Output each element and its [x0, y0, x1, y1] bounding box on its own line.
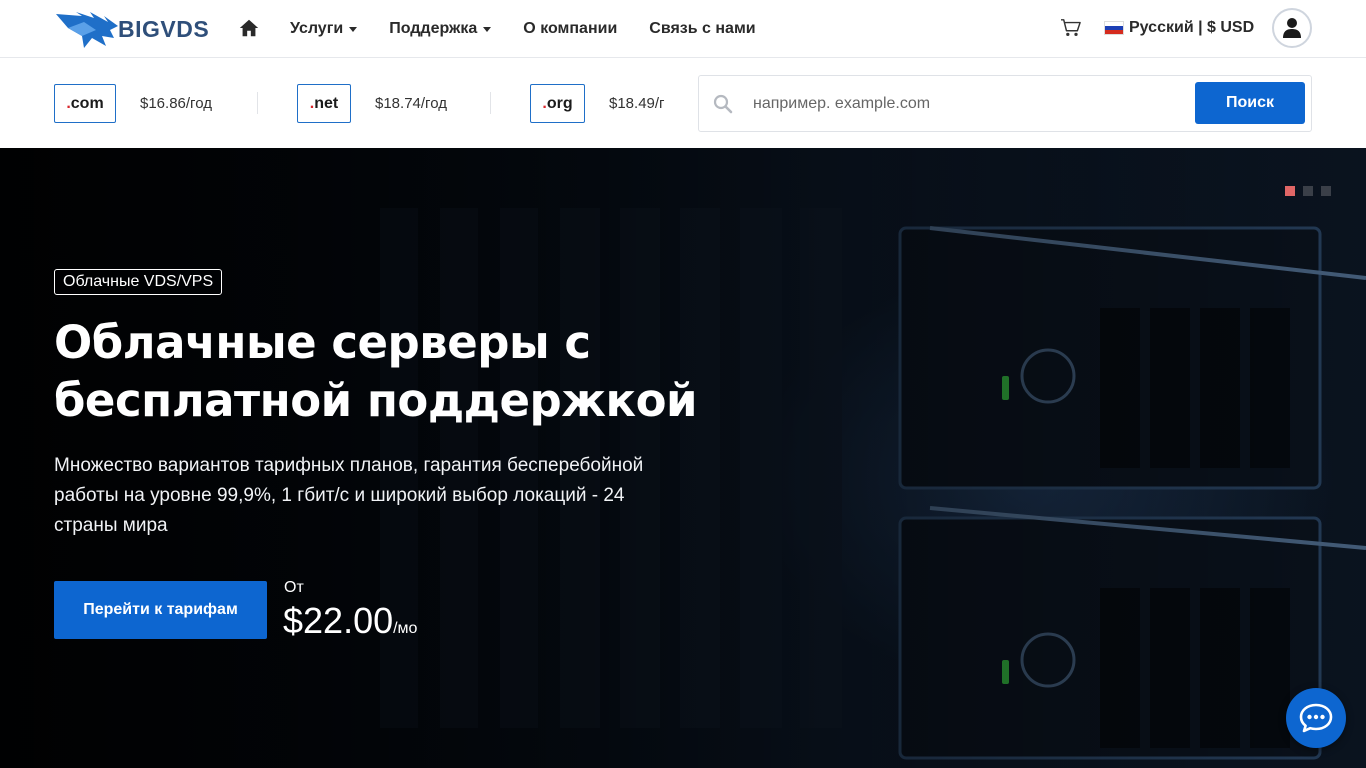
- slide-dot-2[interactable]: [1303, 186, 1313, 196]
- domain-search-box: Поиск: [698, 75, 1312, 132]
- bird-logo-icon: [56, 12, 118, 48]
- nav-about[interactable]: О компании: [523, 20, 617, 38]
- top-navbar: BIGVDS Услуги Поддержка О компании Связь…: [0, 0, 1366, 58]
- go-to-plans-button[interactable]: Перейти к тарифам: [54, 581, 267, 639]
- hero-slider: Облачные VDS/VPS Облачные серверы с бесп…: [0, 148, 1366, 768]
- slide-dot-3[interactable]: [1321, 186, 1331, 196]
- nav-support[interactable]: Поддержка: [389, 20, 492, 38]
- chevron-down-icon: [483, 26, 492, 32]
- tld-net-button[interactable]: . net: [297, 84, 351, 123]
- domain-search-button[interactable]: Поиск: [1195, 82, 1305, 124]
- nav-contact[interactable]: Связь с нами: [649, 20, 755, 38]
- tld-com-label: com: [70, 94, 104, 112]
- category-badge: Облачные VDS/VPS: [54, 269, 223, 295]
- user-icon: [1283, 18, 1301, 38]
- domain-search-input[interactable]: [753, 86, 1183, 122]
- divider: [257, 92, 258, 114]
- nav-services[interactable]: Услуги: [290, 20, 358, 38]
- price-period: /мо: [393, 620, 418, 637]
- nav-contact-label: Связь с нами: [649, 20, 756, 37]
- hero-subtitle: Множество вариантов тарифных планов, гар…: [54, 455, 644, 536]
- tld-net-price: $18.74/год: [375, 95, 447, 112]
- live-chat-button[interactable]: [1286, 688, 1346, 748]
- divider: [490, 92, 491, 114]
- search-icon: [713, 94, 733, 114]
- nav-support-label: Поддержка: [389, 20, 478, 37]
- chevron-down-icon: [349, 26, 358, 32]
- main-nav: Услуги Поддержка О компании Связь с нами: [290, 0, 788, 58]
- tld-org-label: org: [546, 94, 573, 112]
- tld-org-price: $18.49/г: [609, 95, 665, 112]
- starting-price: $22.00/мо: [283, 600, 417, 642]
- language-currency-selector[interactable]: Русский | $ USD: [1104, 19, 1254, 37]
- slide-dot-1[interactable]: [1285, 186, 1295, 196]
- tld-net-label: net: [314, 94, 339, 112]
- hero-title: Облачные серверы с бесплатной поддержкой: [54, 314, 754, 430]
- language-currency-label: Русский | $ USD: [1129, 19, 1255, 36]
- chat-bubble-icon: [1299, 703, 1333, 733]
- slider-pagination: [1285, 186, 1339, 196]
- russia-flag-icon: [1104, 21, 1124, 35]
- tld-com-button[interactable]: . com: [54, 84, 116, 123]
- cart-icon[interactable]: [1060, 18, 1082, 38]
- tld-com-price: $16.86/год: [140, 95, 212, 112]
- tld-org-button[interactable]: . org: [530, 84, 585, 123]
- hero-title-line-2: бесплатной поддержкой: [54, 374, 698, 427]
- bigvds-logo[interactable]: BIGVDS: [54, 8, 209, 50]
- nav-services-label: Услуги: [290, 20, 344, 37]
- domain-search-bar: . com $16.86/год . net $18.74/год . org $18…: [0, 58, 1366, 148]
- home-icon[interactable]: [238, 17, 260, 39]
- price-from-label: От: [284, 579, 304, 596]
- brand-name: BIGVDS: [118, 15, 210, 42]
- nav-about-label: О компании: [523, 20, 618, 37]
- price-amount: $22.00: [283, 600, 394, 641]
- user-account-button[interactable]: [1272, 8, 1312, 48]
- hero-title-line-1: Облачные серверы с: [54, 316, 591, 369]
